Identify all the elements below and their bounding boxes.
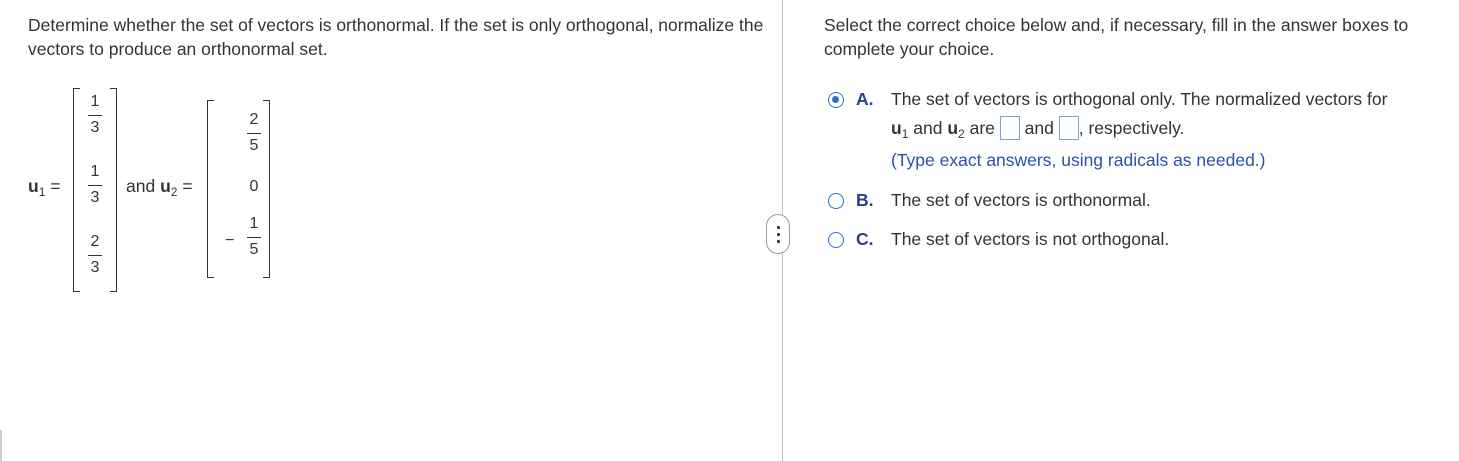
- u2-symbol: u: [160, 176, 171, 196]
- choice-a-hint: (Type exact answers, using radicals as n…: [891, 150, 1266, 170]
- choice-a-radio[interactable]: [828, 92, 844, 108]
- u2-entry-2: 0: [249, 178, 259, 195]
- u2-equals: =: [182, 176, 193, 196]
- choice-a-are: are: [969, 118, 995, 138]
- choice-a-respectively: , respectively.: [1078, 118, 1185, 138]
- u2-entry-1-num: 2: [249, 111, 259, 128]
- choice-a-letter: A.: [856, 89, 874, 109]
- choice-a-text: The set of vectors is orthogonal only. T…: [891, 89, 1388, 109]
- u2-entry-3-den: 5: [249, 241, 259, 258]
- answer-panel: Select the correct choice below and, if …: [784, 0, 1459, 461]
- u1-subscript: 1: [38, 185, 46, 199]
- u1-entry-3: 23: [83, 232, 107, 278]
- choice-a-line2: u1 and u2 are and , respectively.: [891, 116, 1184, 141]
- u2-subscript: 2: [170, 185, 178, 199]
- u1-right-bracket: [110, 88, 117, 292]
- u1-symbol: u: [28, 176, 39, 196]
- question-instruction: Determine whether the set of vectors is …: [28, 15, 764, 59]
- scroll-edge: [0, 430, 2, 461]
- u2-left-bracket: [207, 100, 214, 278]
- u1-entry-2-num: 1: [90, 163, 100, 180]
- choice-a-and: and: [913, 118, 943, 138]
- answer-instruction: Select the correct choice below and, if …: [824, 15, 1409, 59]
- u1-entry-1-den: 3: [90, 119, 100, 136]
- u1-entry-1-num: 1: [90, 93, 100, 110]
- choice-b-letter: B.: [856, 190, 874, 210]
- u1-entry-2-den: 3: [90, 189, 100, 206]
- u1-entry-3-den: 3: [90, 259, 100, 276]
- choice-b-text: The set of vectors is orthonormal.: [891, 190, 1151, 210]
- choice-a-u1-sub: 1: [901, 127, 909, 141]
- u2-entry-3: 15: [242, 214, 266, 260]
- u1-entry-3-num: 2: [90, 233, 100, 250]
- choice-b-radio[interactable]: [828, 193, 844, 209]
- u1-entry-2: 13: [83, 162, 107, 208]
- u2-entry-1-den: 5: [249, 137, 259, 154]
- u2-entry-1: 25: [242, 110, 266, 156]
- choice-a-u2-sub: 2: [958, 127, 965, 141]
- choice-c-letter: C.: [856, 229, 874, 249]
- choice-a-u2: u: [947, 118, 959, 138]
- question-panel: Determine whether the set of vectors is …: [0, 0, 782, 461]
- u2-entry-3-num: 1: [249, 215, 259, 232]
- u2-entry-3-sign: −: [225, 232, 235, 249]
- choice-a-u1: u: [891, 118, 902, 138]
- u2-label: and u2 =: [126, 176, 193, 199]
- u1-label: u1 =: [28, 176, 61, 199]
- answer-box-u1[interactable]: [999, 116, 1020, 140]
- u1-equals: =: [50, 176, 61, 196]
- choice-c-radio[interactable]: [828, 232, 844, 248]
- u1-left-bracket: [73, 88, 80, 292]
- answer-box-u2[interactable]: [1058, 116, 1079, 140]
- u1-entry-1: 13: [83, 92, 107, 138]
- and-text: and: [126, 176, 156, 196]
- choice-a-and2: and: [1024, 118, 1054, 138]
- choice-c-text: The set of vectors is not orthogonal.: [891, 229, 1170, 249]
